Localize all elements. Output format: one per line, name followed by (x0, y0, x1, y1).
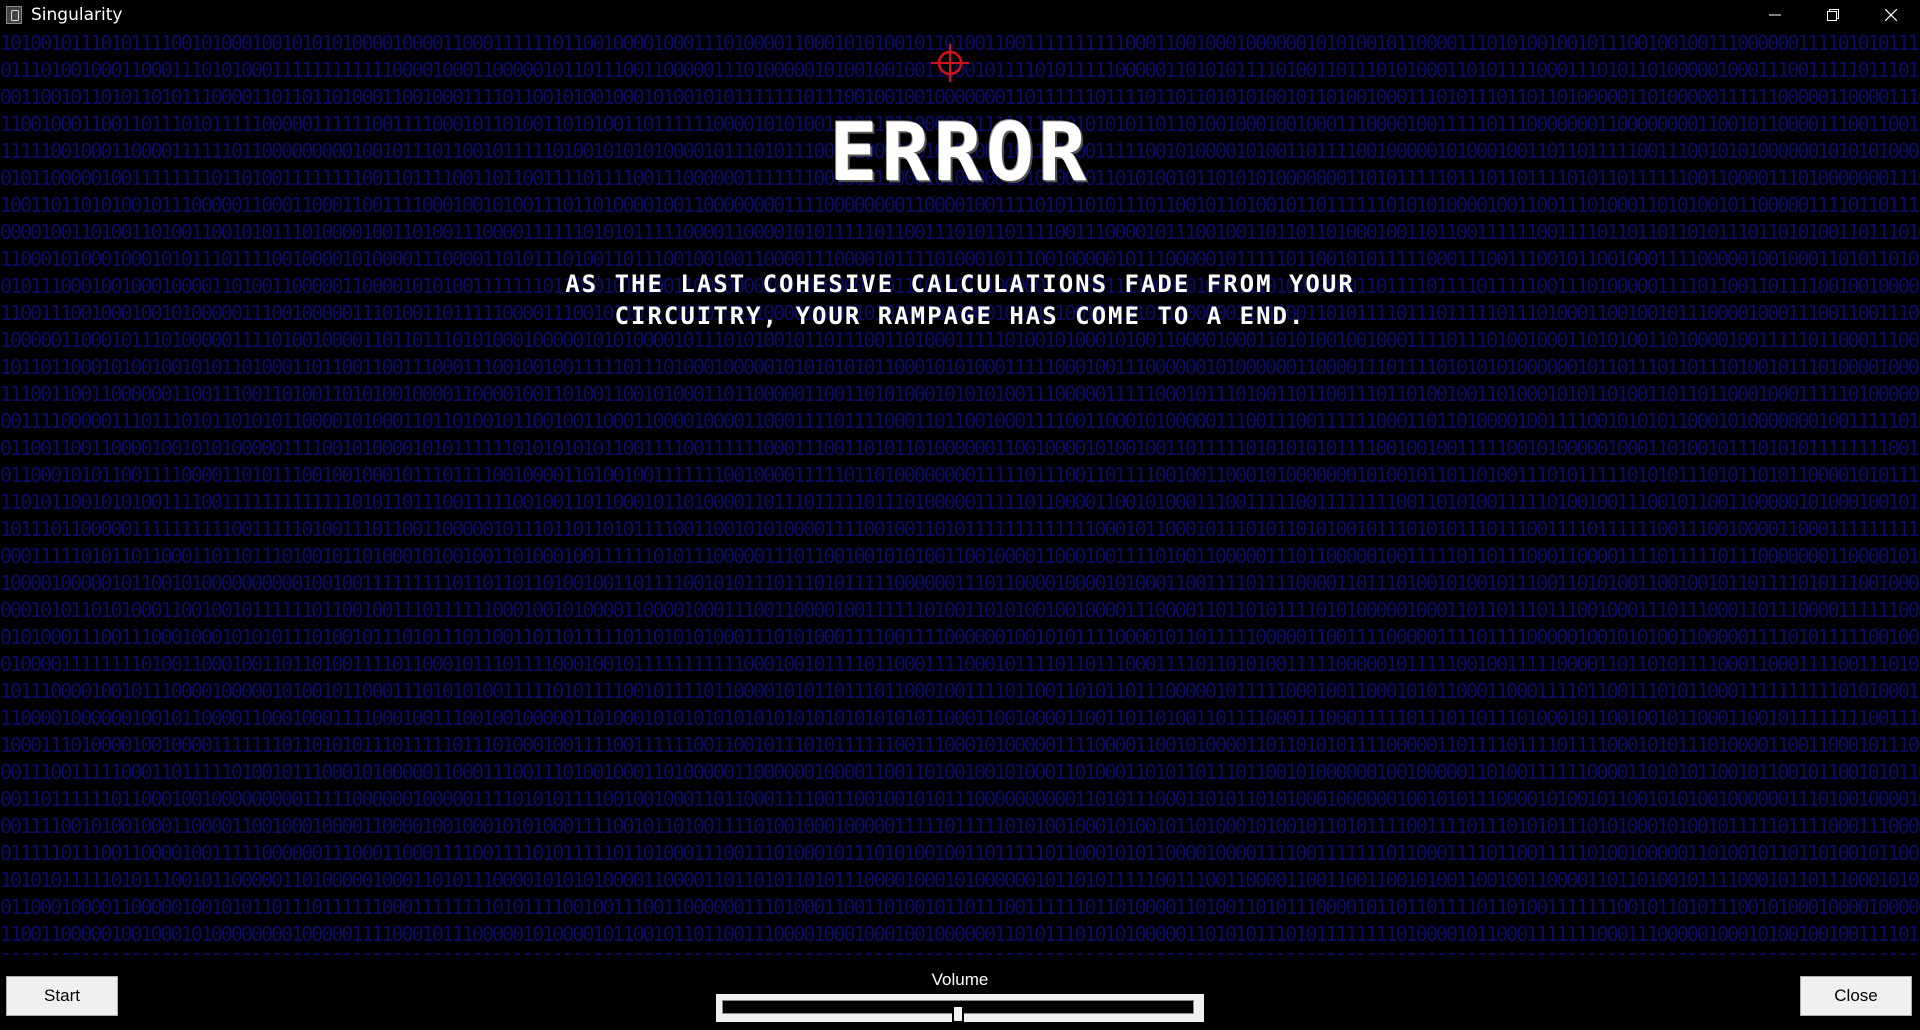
error-title: ERROR (829, 106, 1091, 199)
game-screen: 1010010111010111100101000100101010100001… (0, 30, 1920, 955)
start-button[interactable]: Start (6, 976, 118, 1016)
volume-slider[interactable] (716, 994, 1204, 1023)
volume-slider-track (722, 1000, 1194, 1023)
error-message: As the last cohesive calculations fade f… (460, 268, 1460, 332)
crosshair-icon (931, 44, 969, 82)
error-message-line-1: As the last cohesive calculations fade f… (565, 270, 1355, 298)
error-message-line-2: circuitry, your rampage has come to a en… (614, 302, 1306, 330)
minimize-button[interactable] (1746, 0, 1804, 30)
window-close-button[interactable] (1862, 0, 1920, 30)
title-bar: Singularity (0, 0, 1920, 30)
restore-button[interactable] (1804, 0, 1862, 30)
app-icon (6, 6, 22, 24)
app-window: Singularity 1010010111010111100101000100… (0, 0, 1920, 1030)
volume-label: Volume (931, 970, 989, 989)
bottom-bar: Start Volume Close (0, 955, 1920, 1030)
window-controls (1746, 0, 1920, 30)
window-title: Singularity (31, 5, 123, 25)
restore-icon (1827, 9, 1839, 21)
volume-slider-thumb[interactable] (952, 1005, 964, 1023)
close-button[interactable]: Close (1800, 976, 1912, 1016)
minimize-icon (1769, 14, 1781, 16)
close-icon (1885, 9, 1897, 21)
